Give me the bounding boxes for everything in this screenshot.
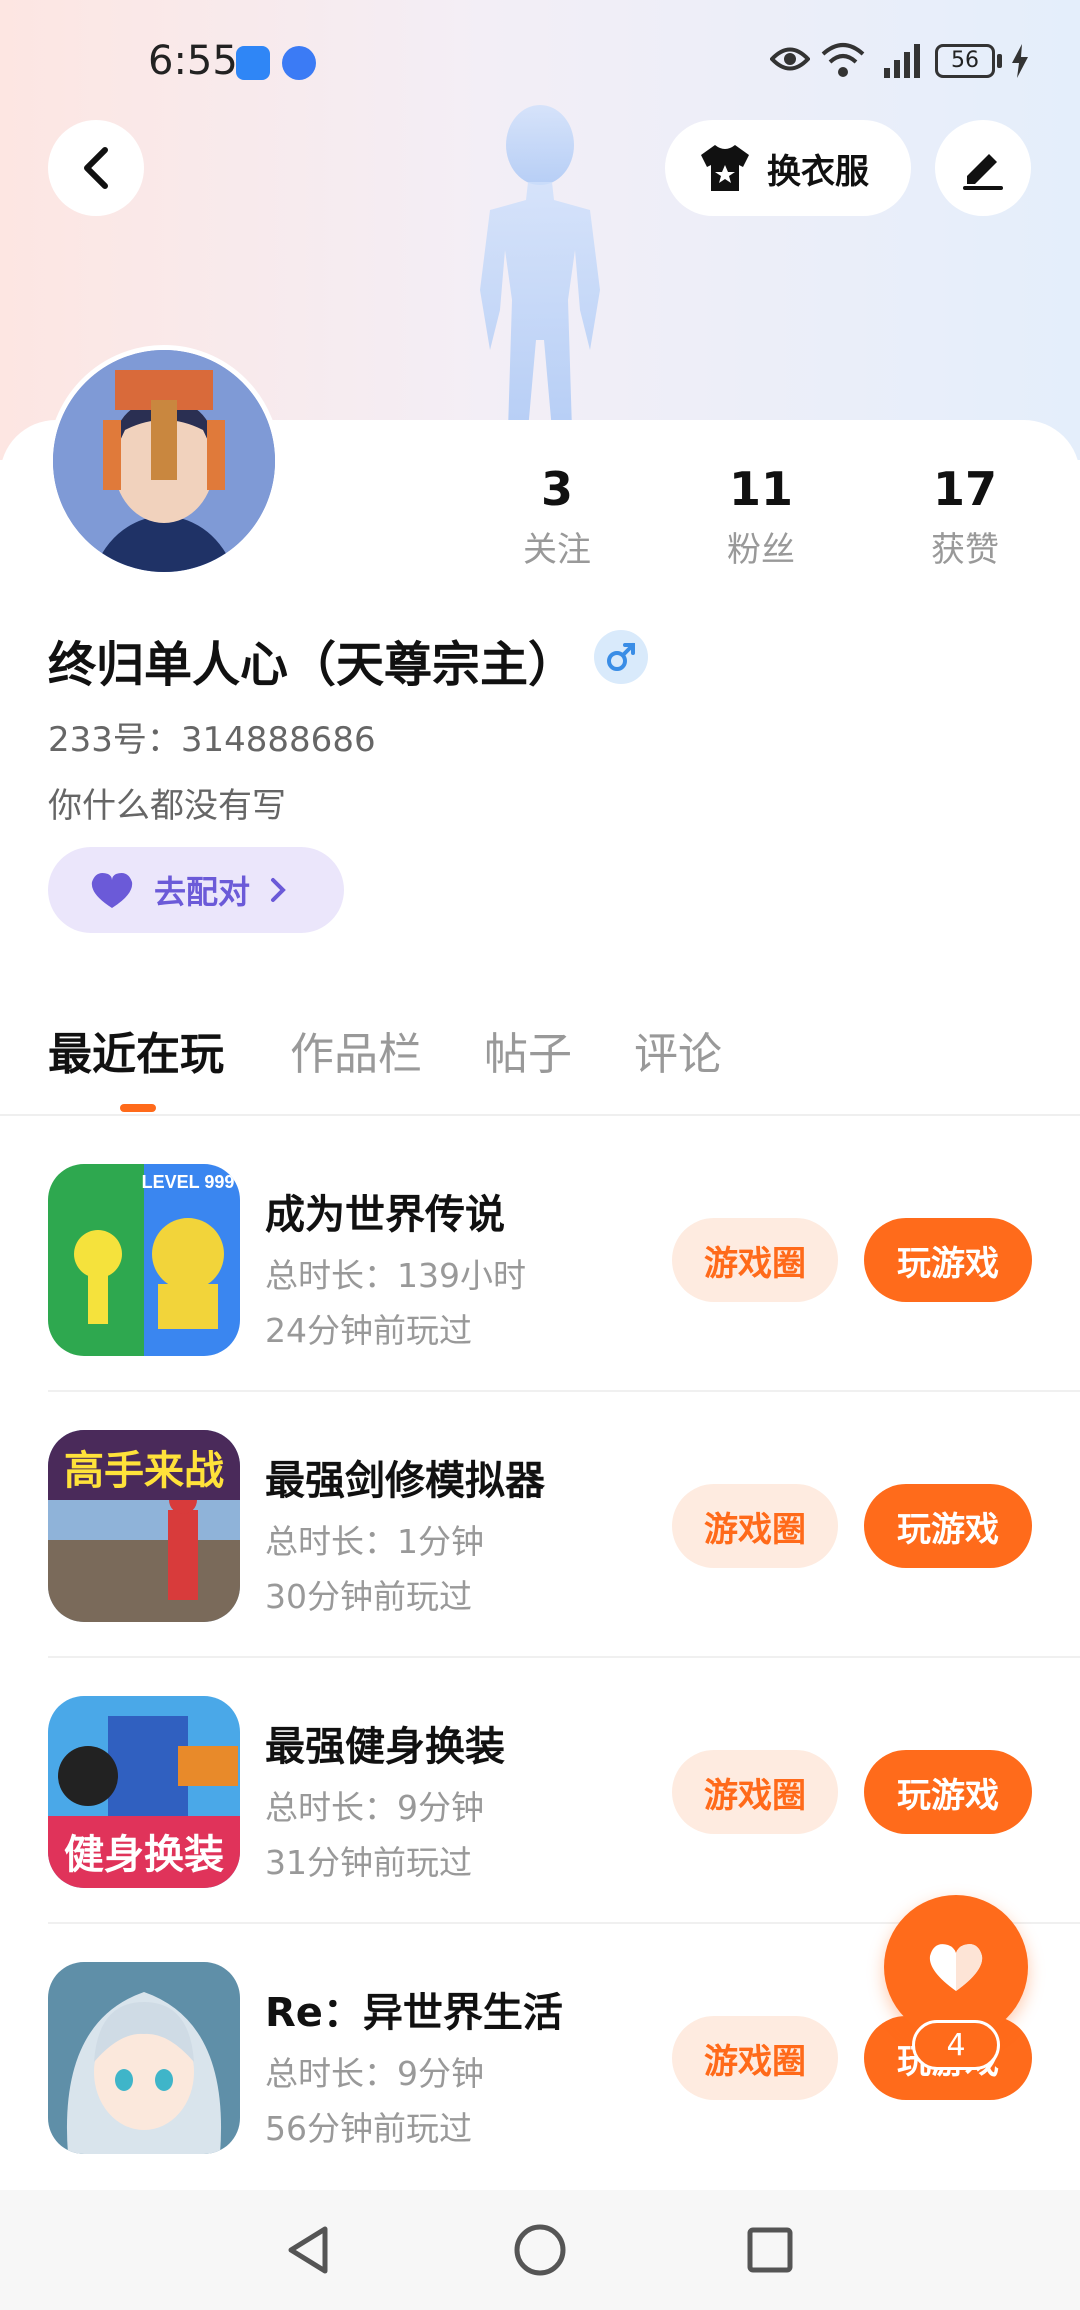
browser-app-icon	[282, 46, 316, 80]
tabs-divider	[0, 1114, 1080, 1116]
game-icon-text: LEVEL 999	[142, 1172, 235, 1192]
chevron-left-icon	[84, 147, 108, 189]
game-circle-button[interactable]: 游戏圈	[672, 2016, 838, 2100]
game-last-played: 24分钟前玩过	[265, 1311, 472, 1350]
stat-label: 关注	[523, 530, 591, 570]
game-duration: 总时长：139小时	[265, 1256, 526, 1295]
pencil-icon	[963, 154, 1003, 190]
stat-following[interactable]: 3 关注	[477, 462, 637, 571]
stat-label: 粉丝	[727, 530, 795, 570]
like-fab-button[interactable]	[884, 1895, 1028, 2039]
status-bar: 6:55 56	[0, 30, 1080, 96]
play-game-button[interactable]: 玩游戏	[864, 1218, 1032, 1302]
match-button[interactable]: 去配对	[48, 847, 344, 933]
tab-recently-played[interactable]: 最近在玩	[48, 1018, 224, 1082]
triangle-back-icon	[288, 2226, 328, 2274]
heart-icon	[929, 1944, 983, 1991]
game-list-item[interactable]: 高手来战 最强剑修模拟器 总时长：1分钟 30分钟前玩过 游戏圈 玩游戏	[48, 1430, 1080, 1696]
stat-followers[interactable]: 11 粉丝	[681, 462, 841, 571]
avatar-mannequin	[480, 105, 600, 430]
signal-icon	[884, 44, 920, 78]
play-game-button[interactable]: 玩游戏	[864, 1484, 1032, 1568]
item-divider	[48, 1390, 1080, 1392]
charging-icon	[1012, 44, 1028, 78]
eye-icon	[770, 47, 810, 71]
game-icon-text: 健身换装	[64, 1832, 224, 1878]
like-count-badge: 4	[912, 2020, 1000, 2070]
change-outfit-button[interactable]: 换衣服	[665, 120, 911, 216]
game-circle-button[interactable]: 游戏圈	[672, 1218, 838, 1302]
game-last-played: 30分钟前玩过	[265, 1577, 472, 1616]
game-icon: 高手来战	[48, 1430, 240, 1622]
game-title: 成为世界传说	[265, 1192, 505, 1238]
game-duration: 总时长：1分钟	[265, 1522, 484, 1561]
game-last-played: 56分钟前玩过	[265, 2109, 472, 2148]
item-divider	[48, 1656, 1080, 1658]
game-icon: LEVEL 999	[48, 1164, 240, 1356]
game-duration: 总时长：9分钟	[265, 2054, 484, 2093]
game-duration: 总时长：9分钟	[265, 1788, 484, 1827]
user-bio: 你什么都没有写	[48, 786, 286, 826]
battery-tip	[997, 54, 1002, 68]
play-game-button[interactable]: 玩游戏	[864, 1750, 1032, 1834]
game-circle-button[interactable]: 游戏圈	[672, 1750, 838, 1834]
battery-icon: 56	[935, 44, 995, 78]
game-title: 最强剑修模拟器	[265, 1458, 545, 1504]
user-id: 233号：314888686	[48, 720, 376, 760]
game-list-item[interactable]: LEVEL 999 成为世界传说 总时长：139小时 24分钟前玩过 游戏圈 玩…	[48, 1164, 1080, 1430]
heart-icon	[91, 873, 133, 908]
game-last-played: 31分钟前玩过	[265, 1843, 472, 1882]
edit-profile-button[interactable]	[935, 120, 1031, 216]
nav-back-button[interactable]	[278, 2220, 338, 2280]
back-button[interactable]	[48, 120, 144, 216]
wifi-icon	[821, 43, 865, 77]
username: 终归单人心（天尊宗主）	[48, 637, 577, 693]
game-title: 最强健身换装	[265, 1724, 505, 1770]
stat-value: 3	[540, 462, 573, 516]
chevron-right-icon	[271, 878, 286, 902]
game-icon	[48, 1962, 240, 2154]
circle-home-icon	[514, 2224, 566, 2276]
game-title: Re：异世界生活	[265, 1990, 563, 2036]
shirt-icon	[701, 145, 749, 191]
nav-home-button[interactable]	[510, 2220, 570, 2280]
user-avatar[interactable]	[48, 345, 280, 577]
game-icon-text: 高手来战	[64, 1448, 224, 1494]
stat-likes[interactable]: 17 获赞	[885, 462, 1045, 571]
game-icon: 健身换装	[48, 1696, 240, 1888]
tab-comments[interactable]: 评论	[634, 1018, 722, 1082]
square-recents-icon	[747, 2227, 793, 2273]
stat-value: 17	[932, 462, 997, 516]
active-tab-indicator	[120, 1104, 156, 1112]
stat-value: 11	[728, 462, 793, 516]
cloud-app-icon	[236, 46, 270, 80]
avatar-image	[53, 350, 275, 572]
system-nav-bar	[0, 2190, 1080, 2310]
change-outfit-label: 换衣服	[767, 151, 869, 192]
stat-label: 获赞	[931, 530, 999, 570]
tab-posts[interactable]: 帖子	[484, 1018, 572, 1082]
tab-works[interactable]: 作品栏	[290, 1018, 422, 1082]
nav-recents-button[interactable]	[740, 2220, 800, 2280]
status-time: 6:55	[148, 38, 238, 84]
male-gender-icon	[594, 630, 648, 684]
game-circle-button[interactable]: 游戏圈	[672, 1484, 838, 1568]
match-label: 去配对	[154, 873, 251, 911]
